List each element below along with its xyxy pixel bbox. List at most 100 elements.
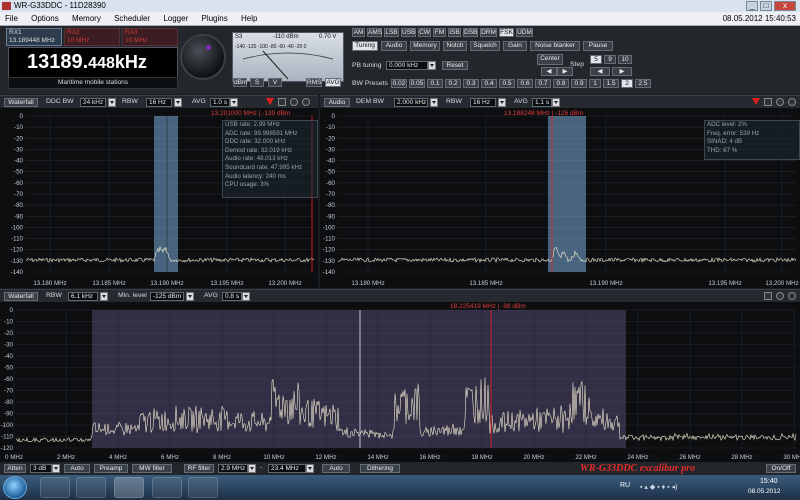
s-button[interactable]: S [250, 78, 264, 87]
ddc-rbw-field[interactable]: 16 Hz [146, 98, 172, 107]
atten-button[interactable]: Atten [4, 464, 26, 473]
tab-tuning[interactable]: Tuning [352, 41, 378, 51]
tab-pause[interactable]: Pause [583, 41, 613, 51]
rx1-selector[interactable]: RX1 13.189448 MHz [6, 28, 62, 46]
mode-fsk-button[interactable]: FSK [499, 28, 514, 37]
wide-rbw-dropdown[interactable] [100, 292, 108, 301]
rx3-selector[interactable]: RX3 10 MHz [122, 28, 178, 46]
bw-preset-0-4[interactable]: 0.4 [481, 79, 497, 88]
rf-auto-button[interactable]: Auto [322, 464, 350, 473]
ddc-bw-dropdown[interactable] [108, 98, 116, 107]
bw-preset-2[interactable]: 2 [621, 79, 633, 88]
taskbar-explorer-icon[interactable] [40, 477, 70, 498]
dithering-button[interactable]: Dithering [360, 464, 400, 473]
wide-avg-dropdown[interactable] [242, 292, 250, 301]
menu-logger[interactable]: Logger [163, 14, 188, 23]
audio-zoom-out-icon[interactable] [788, 98, 796, 106]
rf-filter-high-dropdown[interactable] [306, 464, 314, 473]
bw-preset-0-02[interactable]: 0.02 [391, 79, 407, 88]
step-5[interactable]: 5 [590, 55, 602, 64]
ddc-bw-field[interactable]: 24 kHz [80, 98, 106, 107]
mode-cw-button[interactable]: CW [418, 28, 431, 37]
passband-region[interactable] [548, 116, 586, 272]
bw-preset-2-5[interactable]: 2.5 [635, 79, 651, 88]
step-right-button[interactable]: ▶ [557, 67, 573, 76]
audio-avg-field[interactable]: 1.1 s [532, 98, 552, 107]
tray-icons[interactable]: ▪ ▴ ◆ ▪ ♦ ▪ ◂) [640, 483, 730, 492]
audio-save-icon[interactable] [764, 98, 772, 106]
menu-options[interactable]: Options [31, 14, 59, 23]
dbm-button[interactable]: dBm [233, 78, 247, 87]
bw-preset-1-5[interactable]: 1.5 [603, 79, 619, 88]
reset-button[interactable]: Reset [442, 61, 468, 70]
bw-preset-0-8[interactable]: 0.8 [553, 79, 569, 88]
maximize-button[interactable]: □ [760, 1, 772, 11]
ddc-avg-dropdown[interactable] [230, 98, 238, 107]
mode-fm-button[interactable]: FM [433, 28, 446, 37]
mw-filter-button[interactable]: MW filter [132, 464, 172, 473]
frequency-display[interactable]: 13189.448kHz [8, 47, 178, 79]
bw-preset-0-5[interactable]: 0.5 [499, 79, 515, 88]
taskbar-app5-icon[interactable] [188, 477, 218, 498]
audio-spectrum-plot[interactable]: 0 -10 -20 -30 -40 -50 -60 -70 -80 -90 -100 -110 -120… [320, 108, 800, 288]
center-button[interactable]: Center [537, 54, 563, 65]
tab-noise-blanker[interactable]: Noise blanker [530, 41, 580, 51]
mode-dsb-button[interactable]: DSB [463, 28, 478, 37]
atten-auto-button[interactable]: Auto [64, 464, 90, 473]
audio-rbw-field[interactable]: 16 Hz [470, 98, 496, 107]
tray-language[interactable]: RU [620, 482, 630, 489]
audio-mode-button[interactable]: Audio [324, 98, 350, 107]
step-down-button[interactable]: ◀ [590, 67, 610, 76]
mode-lsb-button[interactable]: LSB [384, 28, 399, 37]
minimize-button[interactable]: _ [746, 1, 758, 11]
ddc-save-icon[interactable] [278, 98, 286, 106]
wideband-spectrum-plot[interactable]: 0 -10 -20 -30 -40 -50 -60 -70 -80 -90 -100 -110 -120… [0, 302, 800, 462]
ddc-marker-icon[interactable] [266, 98, 274, 105]
rx2-selector[interactable]: RX2 10 MHz [64, 28, 120, 46]
rms-button[interactable]: RMS [306, 78, 322, 87]
v-button[interactable]: V [268, 78, 282, 87]
tab-notch[interactable]: Notch [443, 41, 467, 51]
on-off-button[interactable]: On/Off [766, 464, 796, 473]
step-left-button[interactable]: ◀ [541, 67, 557, 76]
bw-preset-0-3[interactable]: 0.3 [463, 79, 479, 88]
dem-bw-dropdown[interactable] [430, 98, 438, 107]
bw-preset-0-9[interactable]: 0.9 [571, 79, 587, 88]
step-up-button[interactable]: ▶ [612, 67, 632, 76]
audio-marker-icon[interactable] [752, 98, 760, 105]
preamp-button[interactable]: Preamp [94, 464, 128, 473]
rf-filter-low-dropdown[interactable] [248, 464, 256, 473]
tab-memory[interactable]: Memory [410, 41, 440, 51]
start-button[interactable] [3, 476, 27, 499]
step-10[interactable]: 10 [618, 55, 632, 64]
menu-memory[interactable]: Memory [72, 14, 101, 23]
audio-rbw-dropdown[interactable] [498, 98, 506, 107]
step-9[interactable]: 9 [604, 55, 616, 64]
audio-zoom-in-icon[interactable] [776, 98, 784, 106]
mode-ams-button[interactable]: AMS [367, 28, 382, 37]
bw-preset-0-7[interactable]: 0.7 [535, 79, 551, 88]
wide-waterfall-button[interactable]: Waterfall [4, 292, 38, 301]
bw-preset-0-1[interactable]: 0.1 [427, 79, 443, 88]
tab-squelch[interactable]: Squelch [470, 41, 500, 51]
taskbar-wr-g33ddc-icon[interactable] [114, 477, 144, 498]
menu-file[interactable]: File [5, 14, 18, 23]
bw-preset-0-2[interactable]: 0.2 [445, 79, 461, 88]
wide-rbw-field[interactable]: 6.1 kHz [68, 292, 98, 301]
pb-tuning-field[interactable]: 0.000 kHz [386, 61, 428, 70]
ddc-zoom-out-icon[interactable] [302, 98, 310, 106]
wide-avg-field[interactable]: 0.8 s [222, 292, 242, 301]
mode-isb-button[interactable]: ISB [448, 28, 461, 37]
bw-preset-1[interactable]: 1 [589, 79, 601, 88]
rf-filter-button[interactable]: RF filter [184, 464, 214, 473]
atten-dropdown[interactable] [52, 464, 60, 473]
menu-scheduler[interactable]: Scheduler [114, 14, 150, 23]
bw-preset-0-05[interactable]: 0.05 [409, 79, 425, 88]
ddc-waterfall-button[interactable]: Waterfall [4, 98, 38, 107]
close-button[interactable]: x [774, 1, 796, 11]
tab-gain[interactable]: Gain [503, 41, 527, 51]
tuning-knob[interactable] [180, 34, 226, 80]
menu-help[interactable]: Help [241, 14, 257, 23]
min-level-field[interactable]: -125 dBm [150, 292, 184, 301]
mode-drm-button[interactable]: DRM [480, 28, 497, 37]
